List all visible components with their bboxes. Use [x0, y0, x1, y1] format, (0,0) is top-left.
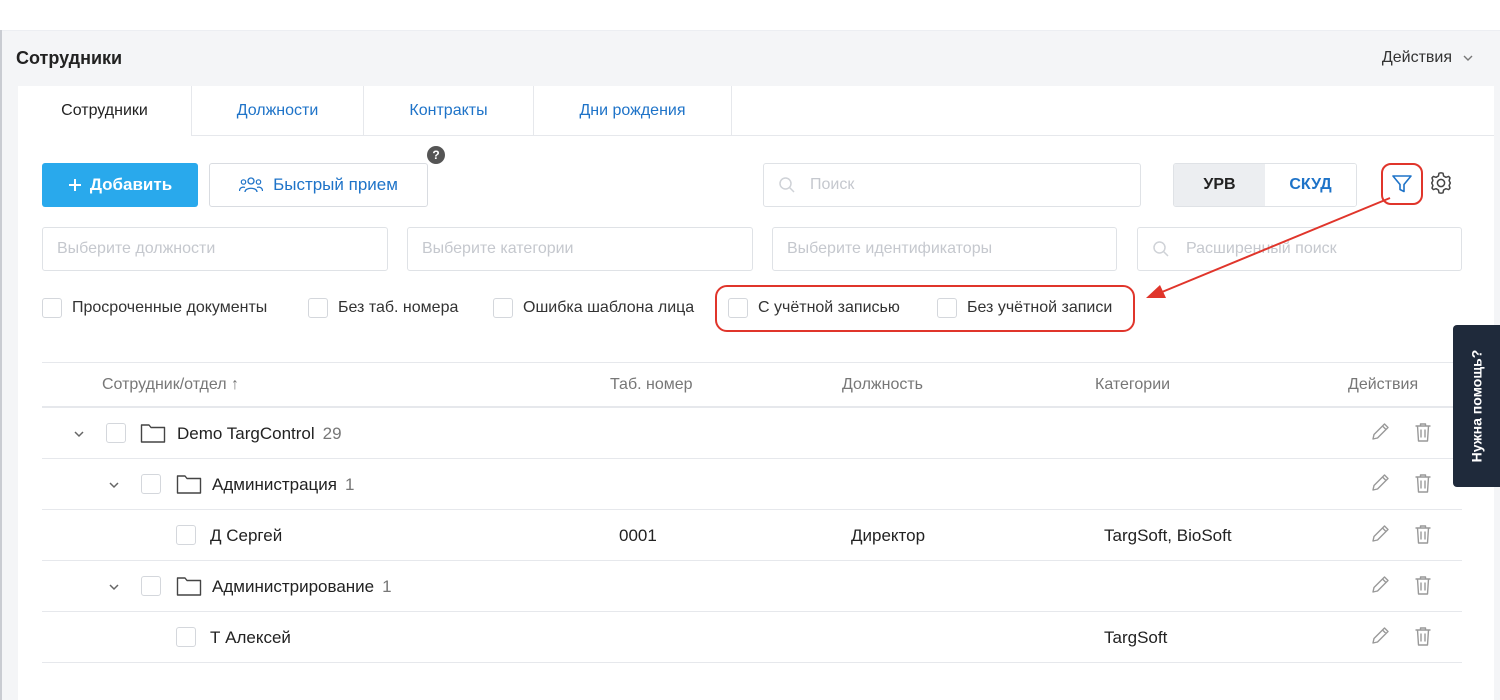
mode-urv-button[interactable]: УРВ [1174, 164, 1265, 206]
table-row[interactable]: Д Сергей 0001 Директор TargSoft, BioSoft [42, 510, 1462, 561]
department-name: Demo TargControl [177, 424, 315, 443]
plus-icon [68, 179, 81, 191]
checkbox-label: Ошибка шаблона лица [523, 299, 695, 316]
employee-count: 1 [382, 577, 392, 596]
table-row[interactable]: Администрация 1 [42, 459, 1462, 510]
help-tab-label: Нужна помощь? [1468, 349, 1485, 463]
advanced-search-field[interactable] [1137, 227, 1462, 271]
annotation-highlight-box [715, 285, 1135, 332]
employees-table: Сотрудник/отдел ↑ Таб. номер Должность К… [42, 362, 1462, 663]
advanced-search-input[interactable] [1186, 240, 1446, 258]
row-checkbox[interactable] [106, 423, 126, 443]
pencil-icon[interactable] [1369, 421, 1391, 443]
tab-number-cell: 0001 [619, 526, 657, 545]
filter-expired-documents[interactable]: Просроченные документы [42, 297, 267, 319]
department-cell: Администрация 1 [212, 475, 354, 495]
filter-button[interactable] [1381, 163, 1423, 205]
department-cell: Администрирование 1 [212, 577, 392, 597]
gear-icon[interactable] [1429, 171, 1453, 195]
position-cell: Директор [851, 526, 926, 545]
column-header-actions: Действия [1348, 376, 1419, 393]
filter-icon [1392, 175, 1412, 193]
folder-icon [176, 475, 202, 494]
chevron-down-icon [1463, 55, 1473, 61]
row-checkbox[interactable] [141, 576, 161, 596]
chevron-down-icon[interactable] [107, 580, 121, 594]
actions-menu-label: Действия [1381, 49, 1452, 66]
identifiers-select[interactable]: Выберите идентификаторы [772, 227, 1117, 271]
filter-face-template-error[interactable]: Ошибка шаблона лица [493, 297, 694, 319]
employee-name[interactable]: Д Сергей [210, 526, 282, 546]
column-header-position[interactable]: Должность [842, 376, 923, 394]
department-name: Администрирование [212, 577, 375, 596]
employee-count: 1 [344, 475, 355, 494]
trash-icon[interactable] [1412, 472, 1434, 494]
help-badge-icon[interactable]: ? [427, 146, 445, 164]
trash-icon[interactable] [1412, 421, 1434, 443]
table-row[interactable]: Администрирование 1 [42, 561, 1462, 612]
checkbox-label: Просроченные документы [72, 299, 268, 316]
search-icon [779, 177, 795, 193]
actions-menu[interactable]: Действия [1382, 49, 1474, 67]
tab-birthdays[interactable]: Дни рождения [534, 86, 732, 136]
positions-select[interactable]: Выберите должности [42, 227, 388, 271]
checkbox[interactable] [493, 298, 513, 318]
categories-select[interactable]: Выберите категории [407, 227, 753, 271]
department-name: Администрация [212, 475, 337, 494]
trash-icon[interactable] [1412, 523, 1434, 545]
column-header-categories[interactable]: Категории [1095, 376, 1170, 394]
checkbox[interactable] [42, 298, 62, 318]
row-checkbox[interactable] [176, 525, 196, 545]
employees-page: Сотрудники Действия Сотрудники Должности… [0, 0, 1500, 700]
folder-icon [176, 577, 202, 596]
mode-skud-button[interactable]: СКУД [1265, 164, 1356, 206]
add-button-label: Добавить [89, 175, 173, 194]
row-checkbox[interactable] [141, 474, 161, 494]
categories-cell: TargSoft, BioSoft [1104, 526, 1232, 545]
tab-employees[interactable]: Сотрудники [18, 86, 192, 136]
top-divider [2, 30, 1500, 31]
help-tab[interactable]: Нужна помощь? [1453, 325, 1500, 487]
search-icon [1153, 241, 1169, 257]
chevron-down-icon[interactable] [107, 478, 121, 492]
employee-count: 29 [322, 424, 342, 443]
tab-positions[interactable]: Должности [192, 86, 364, 136]
left-border [0, 30, 2, 700]
checkbox-label: Без таб. номера [338, 299, 459, 316]
department-cell: Demo TargControl 29 [177, 424, 342, 444]
tab-bar: Сотрудники Должности Контракты Дни рожде… [18, 86, 732, 136]
pencil-icon[interactable] [1369, 523, 1391, 545]
search-field[interactable] [763, 163, 1141, 207]
page-title: Сотрудники [16, 48, 123, 68]
employee-name[interactable]: Т Алексей [210, 628, 291, 648]
filter-no-tab-number[interactable]: Без таб. номера [308, 297, 458, 319]
table-header: Сотрудник/отдел ↑ Таб. номер Должность К… [42, 362, 1462, 408]
search-input[interactable] [810, 176, 1110, 194]
chevron-down-icon[interactable] [72, 427, 86, 441]
column-header-employee[interactable]: Сотрудник/отдел ↑ [102, 376, 239, 394]
pencil-icon[interactable] [1369, 574, 1391, 596]
folder-icon [140, 424, 166, 443]
row-checkbox[interactable] [176, 627, 196, 647]
users-group-icon [239, 177, 264, 193]
table-row[interactable]: Т Алексей TargSoft [42, 612, 1462, 663]
tabs-divider [732, 135, 1494, 136]
trash-icon[interactable] [1412, 625, 1434, 647]
tab-contracts[interactable]: Контракты [364, 86, 534, 136]
trash-icon[interactable] [1412, 574, 1434, 596]
categories-cell: TargSoft [1104, 628, 1168, 647]
quick-hire-button[interactable]: Быстрый прием [209, 163, 428, 207]
pencil-icon[interactable] [1369, 625, 1391, 647]
table-row[interactable]: Demo TargControl 29 [42, 408, 1462, 459]
mode-switch: УРВ СКУД [1173, 163, 1357, 207]
column-header-tab-number[interactable]: Таб. номер [610, 376, 693, 394]
pencil-icon[interactable] [1369, 472, 1391, 494]
checkbox[interactable] [308, 298, 328, 318]
quick-hire-label: Быстрый прием [273, 175, 398, 194]
add-button[interactable]: Добавить [42, 163, 198, 207]
